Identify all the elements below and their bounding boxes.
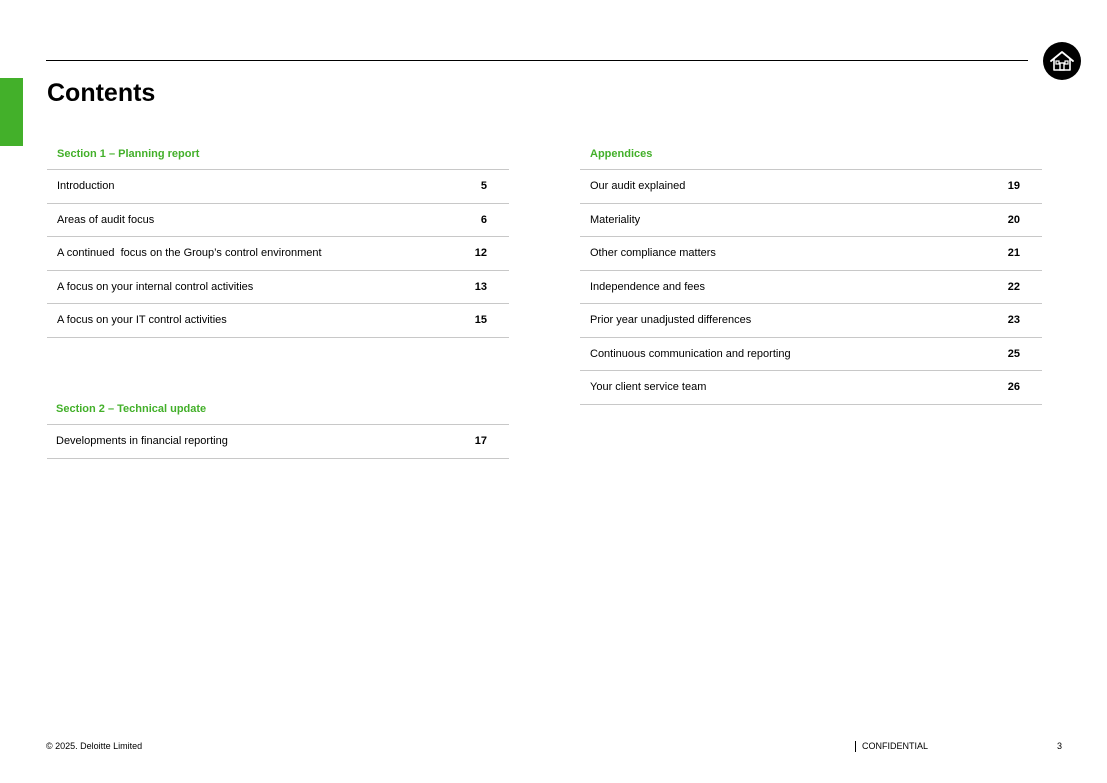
home-button[interactable] [1043, 42, 1081, 80]
toc-row[interactable]: Our audit explained 19 [580, 170, 1042, 204]
toc-item-label: A continued focus on the Group’s control… [57, 247, 322, 260]
toc-row[interactable]: A focus on your internal control activit… [47, 271, 509, 304]
toc-item-label: Your client service team [590, 381, 707, 394]
section-1-heading: Section 1 – Planning report [47, 138, 509, 170]
toc-item-label: Other compliance matters [590, 247, 716, 260]
toc-row[interactable]: Introduction 5 [47, 170, 509, 204]
toc-item-label: Independence and fees [590, 280, 705, 293]
toc-item-page: 5 [480, 180, 487, 193]
toc-row[interactable]: A focus on your IT control activities 15 [47, 304, 509, 338]
accent-bar [0, 78, 23, 146]
footer-classification: CONFIDENTIAL [862, 741, 929, 751]
appendices-heading: Appendices [580, 138, 1042, 170]
toc-item-label: A focus on your internal control activit… [57, 280, 254, 293]
toc-item-page: 20 [1007, 213, 1020, 226]
toc-row[interactable]: Independence and fees 22 [580, 271, 1042, 304]
page-title: Contents [47, 79, 156, 107]
toc-row[interactable]: Areas of audit focus 6 [47, 204, 509, 237]
toc-item-page: 25 [1007, 347, 1020, 360]
toc-item-label: Developments in financial reporting [56, 435, 228, 448]
toc-item-page: 13 [474, 280, 487, 293]
toc-item-label: Our audit explained [590, 180, 686, 193]
toc-item-label: Materiality [590, 213, 641, 226]
toc-item-page: 21 [1007, 247, 1020, 260]
toc-row[interactable]: Continuous communication and reporting 2… [580, 338, 1042, 371]
toc-row[interactable]: Prior year unadjusted differences 23 [580, 304, 1042, 338]
toc-row[interactable]: A continued focus on the Group’s control… [47, 237, 509, 271]
toc-item-page: 19 [1007, 180, 1020, 193]
toc-item-page: 12 [474, 247, 487, 260]
toc-item-page: 26 [1007, 381, 1020, 394]
toc-item-page: 17 [474, 435, 487, 448]
toc-row[interactable]: Your client service team 26 [580, 371, 1042, 405]
home-icon [1050, 51, 1074, 71]
toc-item-label: A focus on your IT control activities [57, 314, 227, 327]
toc-row[interactable]: Other compliance matters 21 [580, 237, 1042, 271]
toc-item-page: 23 [1007, 314, 1020, 327]
toc-appendices: Appendices Our audit explained 19 Materi… [580, 138, 1042, 405]
toc-item-page: 22 [1007, 280, 1020, 293]
footer-page-number: 3 [1057, 741, 1063, 751]
toc-section-1: Section 1 – Planning report Introduction… [47, 138, 509, 338]
section-2-heading: Section 2 – Technical update [47, 393, 509, 425]
toc-row[interactable]: Materiality 20 [580, 204, 1042, 237]
toc-item-page: 6 [480, 213, 487, 226]
toc-item-label: Introduction [57, 180, 115, 193]
toc-item-page: 15 [474, 314, 487, 327]
toc-section-2: Section 2 – Technical update Development… [47, 393, 509, 459]
toc-row[interactable]: Developments in financial reporting 17 [47, 425, 509, 459]
toc-item-label: Areas of audit focus [57, 213, 155, 226]
footer-separator [855, 741, 856, 752]
toc-item-label: Prior year unadjusted differences [590, 314, 752, 327]
header-rule [46, 60, 1028, 61]
toc-item-label: Continuous communication and reporting [590, 347, 791, 360]
footer-copyright: © 2025. Deloitte Limited [46, 741, 143, 751]
